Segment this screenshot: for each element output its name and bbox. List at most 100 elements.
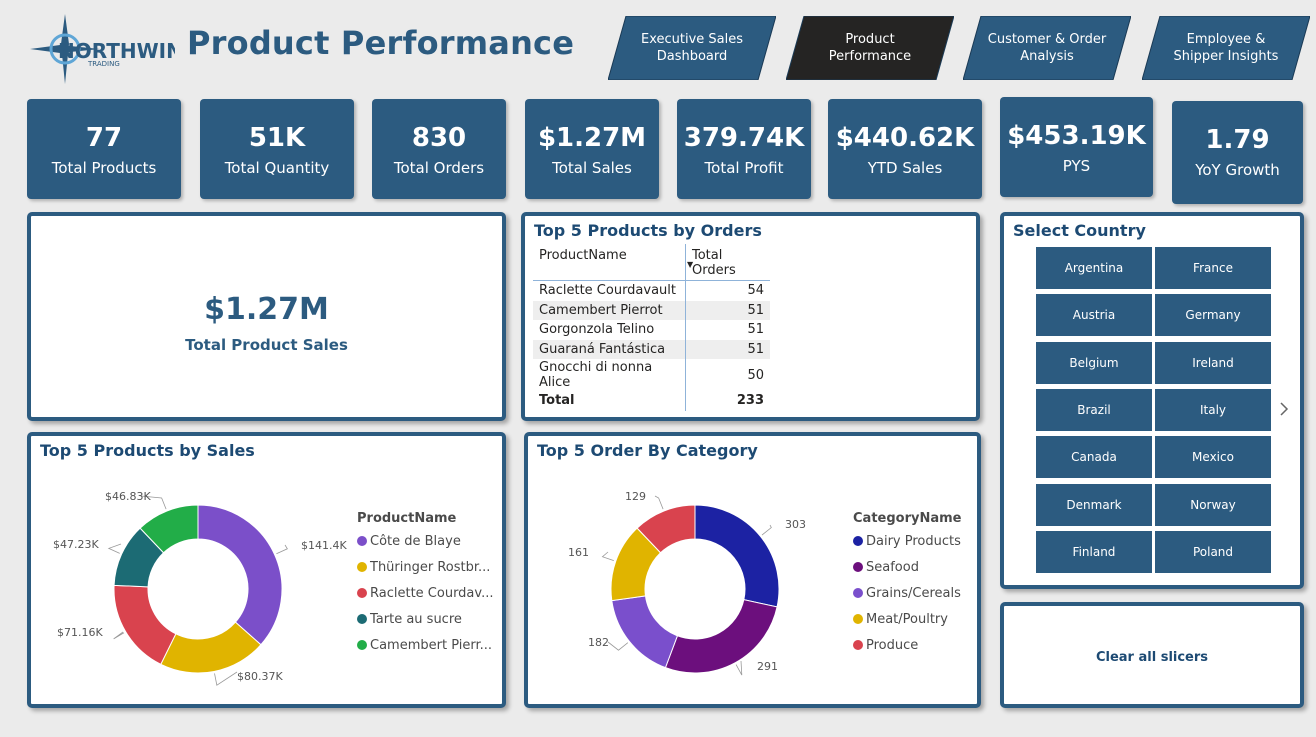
country-option[interactable]: Poland bbox=[1155, 530, 1271, 573]
kpi-label: Total Profit bbox=[704, 159, 784, 177]
product-name-cell: Gnocchi di nonna Alice bbox=[539, 360, 653, 390]
legend-marker bbox=[357, 614, 367, 624]
category-donut-chart: 303 291 182 161 129 CategoryName Dairy Product… bbox=[568, 490, 962, 676]
country-option[interactable]: Denmark bbox=[1036, 483, 1152, 526]
chevron-right-icon[interactable] bbox=[1279, 401, 1289, 421]
donut-slice[interactable] bbox=[197, 504, 283, 646]
kpi-card: 1.79 YoY Growth bbox=[1172, 101, 1303, 204]
nav-button-3[interactable]: Customer & Order Analysis bbox=[963, 16, 1131, 80]
orders-cell: 51 bbox=[685, 300, 770, 320]
kpi-card: 379.74K Total Profit bbox=[677, 99, 811, 199]
country-option[interactable]: Brazil bbox=[1036, 388, 1152, 431]
legend-item[interactable]: Raclette Courdav... bbox=[370, 586, 493, 601]
total-value: 233 bbox=[685, 391, 770, 411]
legend-marker bbox=[853, 536, 863, 546]
legend-item[interactable]: Produce bbox=[866, 638, 918, 653]
country-option[interactable]: Norway bbox=[1155, 483, 1271, 526]
donut-slice[interactable] bbox=[113, 584, 177, 665]
legend-title: CategoryName bbox=[853, 511, 962, 526]
product-name-cell: Guaraná Fantástica bbox=[533, 339, 686, 359]
country-option[interactable]: Ireland bbox=[1155, 341, 1271, 384]
kpi-label: Total Quantity bbox=[224, 159, 330, 177]
legend-item[interactable]: Meat/Poultry bbox=[866, 612, 948, 627]
kpi-value: 51K bbox=[248, 123, 306, 153]
legend-item[interactable]: Dairy Products bbox=[866, 534, 961, 549]
kpi-value: $1.27M bbox=[537, 123, 647, 153]
table-row[interactable]: Guaraná Fantástica 51 bbox=[533, 339, 770, 359]
nav-button-1[interactable]: Executive Sales Dashboard bbox=[608, 16, 776, 80]
table-header-row: ProductName Total Orders ▼ bbox=[533, 244, 770, 281]
orders-cell: 54 bbox=[685, 280, 770, 301]
kpi-value: $453.19K bbox=[1007, 121, 1146, 151]
data-label: 182 bbox=[588, 636, 609, 649]
total-orders-label: Total Orders bbox=[692, 248, 736, 278]
leader-line bbox=[654, 495, 664, 510]
data-label: $71.16K bbox=[57, 626, 103, 639]
data-label: $80.37K bbox=[237, 670, 283, 683]
page-title: Product Performance bbox=[187, 24, 575, 62]
country-option[interactable]: Mexico bbox=[1155, 436, 1271, 479]
legend-marker bbox=[357, 562, 367, 572]
country-option[interactable]: Canada bbox=[1036, 436, 1152, 479]
sales-donut-panel: Top 5 Products by Sales $141.4K $80.37K $7… bbox=[27, 432, 506, 708]
kpi-card: 51K Total Quantity bbox=[200, 99, 354, 199]
legend-item[interactable]: Tarte au sucre bbox=[369, 612, 462, 627]
country-option[interactable]: Belgium bbox=[1036, 341, 1152, 384]
kpi-card: $1.27M Total Sales bbox=[525, 99, 659, 199]
nav-button-4[interactable]: Employee & Shipper Insights bbox=[1142, 16, 1310, 80]
table-total-row: Total 233 bbox=[533, 391, 770, 411]
table-row[interactable]: Gnocchi di nonna Alice 50 bbox=[533, 359, 770, 391]
column-header-productname[interactable]: ProductName bbox=[533, 244, 686, 281]
kpi-value: $440.62K bbox=[835, 123, 975, 153]
donut-slice[interactable] bbox=[694, 504, 780, 608]
country-option[interactable]: Austria bbox=[1036, 294, 1152, 337]
clear-slicers-button[interactable]: Clear all slicers bbox=[1000, 602, 1304, 708]
country-option[interactable]: France bbox=[1155, 247, 1271, 289]
kpi-value: 830 bbox=[411, 123, 467, 153]
kpi-card: $440.62K YTD Sales bbox=[828, 99, 982, 199]
data-label: 303 bbox=[785, 518, 806, 531]
legend-marker bbox=[853, 562, 863, 572]
legend-item[interactable]: Thüringer Rostbr... bbox=[369, 560, 490, 575]
legend-item[interactable]: Côte de Blaye bbox=[370, 534, 461, 549]
category-donut-panel: Top 5 Order By Category 303 291 182 161 129 C… bbox=[524, 432, 981, 708]
panel-title: Top 5 Products by Orders bbox=[534, 221, 762, 240]
kpi-value: 379.74K bbox=[683, 123, 805, 153]
kpi-card: $453.19K PYS bbox=[1000, 97, 1153, 197]
legend-item[interactable]: Grains/Cereals bbox=[866, 586, 961, 601]
data-label: $47.23K bbox=[53, 538, 99, 551]
leader-line bbox=[601, 551, 614, 562]
nav-button-2[interactable]: Product Performance bbox=[786, 16, 954, 80]
product-name-cell: Gorgonzola Telino bbox=[539, 322, 655, 338]
column-header-total-orders[interactable]: Total Orders ▼ bbox=[685, 244, 770, 281]
legend-marker bbox=[357, 640, 367, 650]
donut-slice[interactable] bbox=[611, 595, 679, 669]
top-orders-panel: Top 5 Products by Orders ProductName Tot… bbox=[521, 212, 980, 421]
leader-line bbox=[276, 544, 288, 555]
leader-line bbox=[214, 671, 238, 686]
data-label: 291 bbox=[757, 660, 778, 673]
leader-line bbox=[607, 641, 629, 651]
table-row[interactable]: Gorgonzola Telino 51 bbox=[533, 320, 770, 340]
nav-label: Executive Sales Dashboard bbox=[640, 32, 744, 64]
country-option[interactable]: Finland bbox=[1036, 530, 1152, 573]
kpi-label: Total Products bbox=[51, 159, 157, 177]
legend-item[interactable]: Seafood bbox=[866, 560, 919, 575]
clear-slicers-label: Clear all slicers bbox=[1095, 650, 1209, 665]
kpi-label: Total Orders bbox=[393, 159, 485, 177]
kpi-value: 1.79 bbox=[1205, 125, 1270, 155]
kpi-label: Total Sales bbox=[552, 159, 632, 177]
orders-cell: 51 bbox=[685, 339, 770, 359]
legend-marker bbox=[853, 588, 863, 598]
total-label: Total bbox=[539, 393, 575, 409]
table-row[interactable]: Camembert Pierrot 51 bbox=[533, 300, 770, 320]
country-option[interactable]: Germany bbox=[1155, 294, 1271, 337]
table-row[interactable]: Raclette Courdavault 54 bbox=[533, 280, 770, 301]
country-option[interactable]: Argentina bbox=[1036, 247, 1152, 289]
sales-donut-chart: $141.4K $80.37K $71.16K $47.23K $46.83K Produ… bbox=[53, 490, 493, 686]
legend-marker bbox=[853, 640, 863, 650]
data-label: 129 bbox=[625, 490, 646, 503]
leader-line bbox=[761, 524, 772, 536]
country-option[interactable]: Italy bbox=[1155, 388, 1271, 431]
legend-item[interactable]: Camembert Pierr... bbox=[370, 638, 492, 653]
